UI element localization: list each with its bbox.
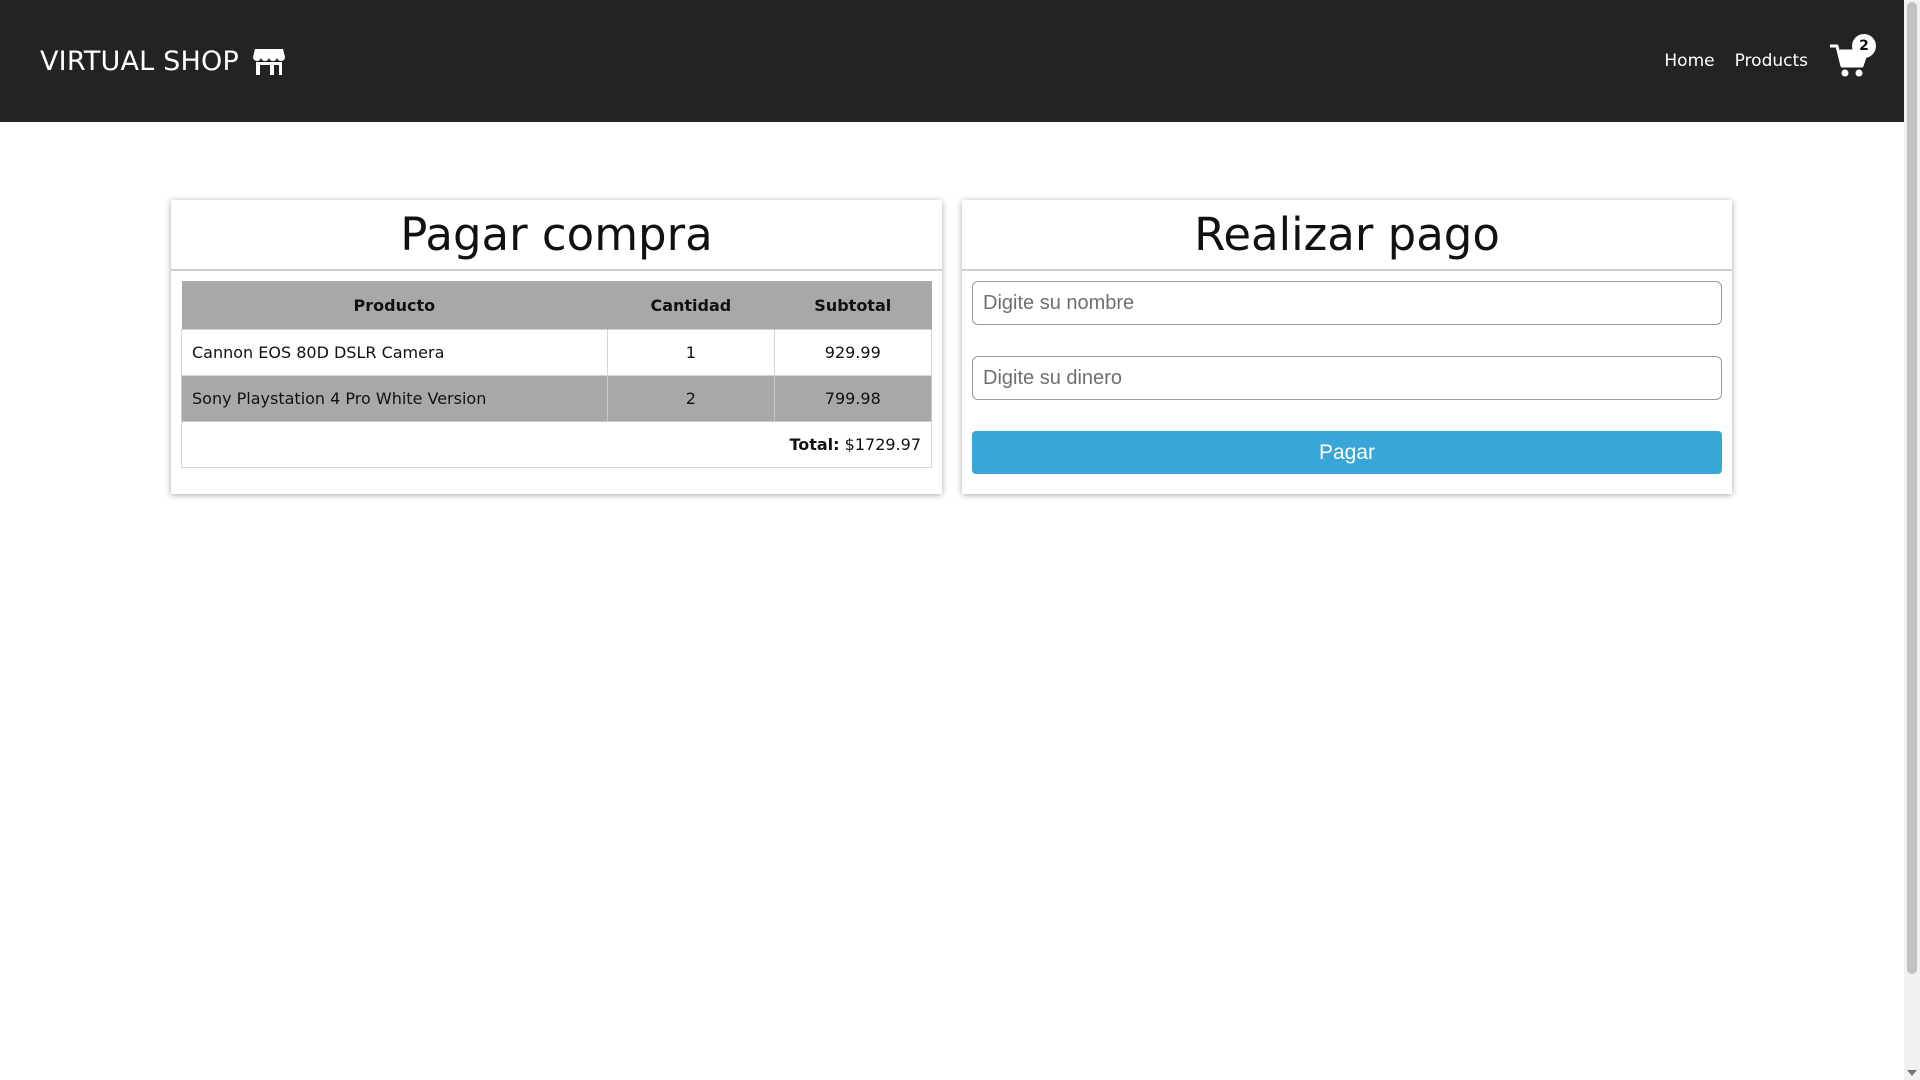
scrollbar-thumb[interactable]: [1907, 2, 1917, 974]
total-cell: Total: $1729.97: [181, 421, 932, 468]
name-input[interactable]: [972, 281, 1722, 325]
checkout-title: Pagar compra: [171, 200, 942, 271]
money-input[interactable]: [972, 356, 1722, 400]
brand-name: VIRTUAL SHOP: [40, 45, 239, 77]
nav-links: Home Products 2: [1664, 0, 1876, 122]
product-cell: Cannon EOS 80D DSLR Camera: [180, 329, 609, 376]
total-value: $1729.97: [844, 435, 921, 454]
column-header-product: Producto: [181, 281, 609, 330]
subtotal-cell: 799.98: [773, 375, 933, 422]
nav-home-link[interactable]: Home: [1664, 51, 1714, 71]
payment-panel: Realizar pago Pagar: [962, 200, 1732, 494]
quantity-cell: 1: [607, 329, 775, 376]
product-cell: Sony Playstation 4 Pro White Version: [180, 375, 609, 422]
total-label: Total:: [789, 435, 840, 454]
total-row: Total: $1729.97: [181, 421, 932, 468]
brand[interactable]: VIRTUAL SHOP: [40, 0, 285, 122]
cart-button[interactable]: 2: [1828, 34, 1876, 82]
checkout-panel: Pagar compra Producto Cantidad Subtotal …: [171, 200, 942, 494]
table-header-row: Producto Cantidad Subtotal: [181, 281, 933, 330]
table-row: Cannon EOS 80D DSLR Camera 1 929.99: [180, 329, 933, 376]
payment-title: Realizar pago: [962, 200, 1732, 271]
quantity-cell: 2: [607, 375, 775, 422]
column-header-subtotal: Subtotal: [774, 281, 933, 330]
cart-count-badge: 2: [1852, 34, 1876, 58]
navbar: VIRTUAL SHOP Home Products 2: [0, 0, 1904, 122]
cart-table: Producto Cantidad Subtotal Cannon EOS 80…: [180, 281, 933, 468]
scroll-down-arrow-icon[interactable]: [1907, 1070, 1917, 1076]
store-icon: [252, 49, 285, 75]
page-scrollbar[interactable]: [1904, 0, 1920, 1080]
pay-button[interactable]: Pagar: [972, 431, 1722, 474]
table-row: Sony Playstation 4 Pro White Version 2 7…: [180, 375, 933, 422]
nav-products-link[interactable]: Products: [1735, 51, 1808, 71]
subtotal-cell: 929.99: [773, 329, 933, 376]
column-header-quantity: Cantidad: [607, 281, 775, 330]
